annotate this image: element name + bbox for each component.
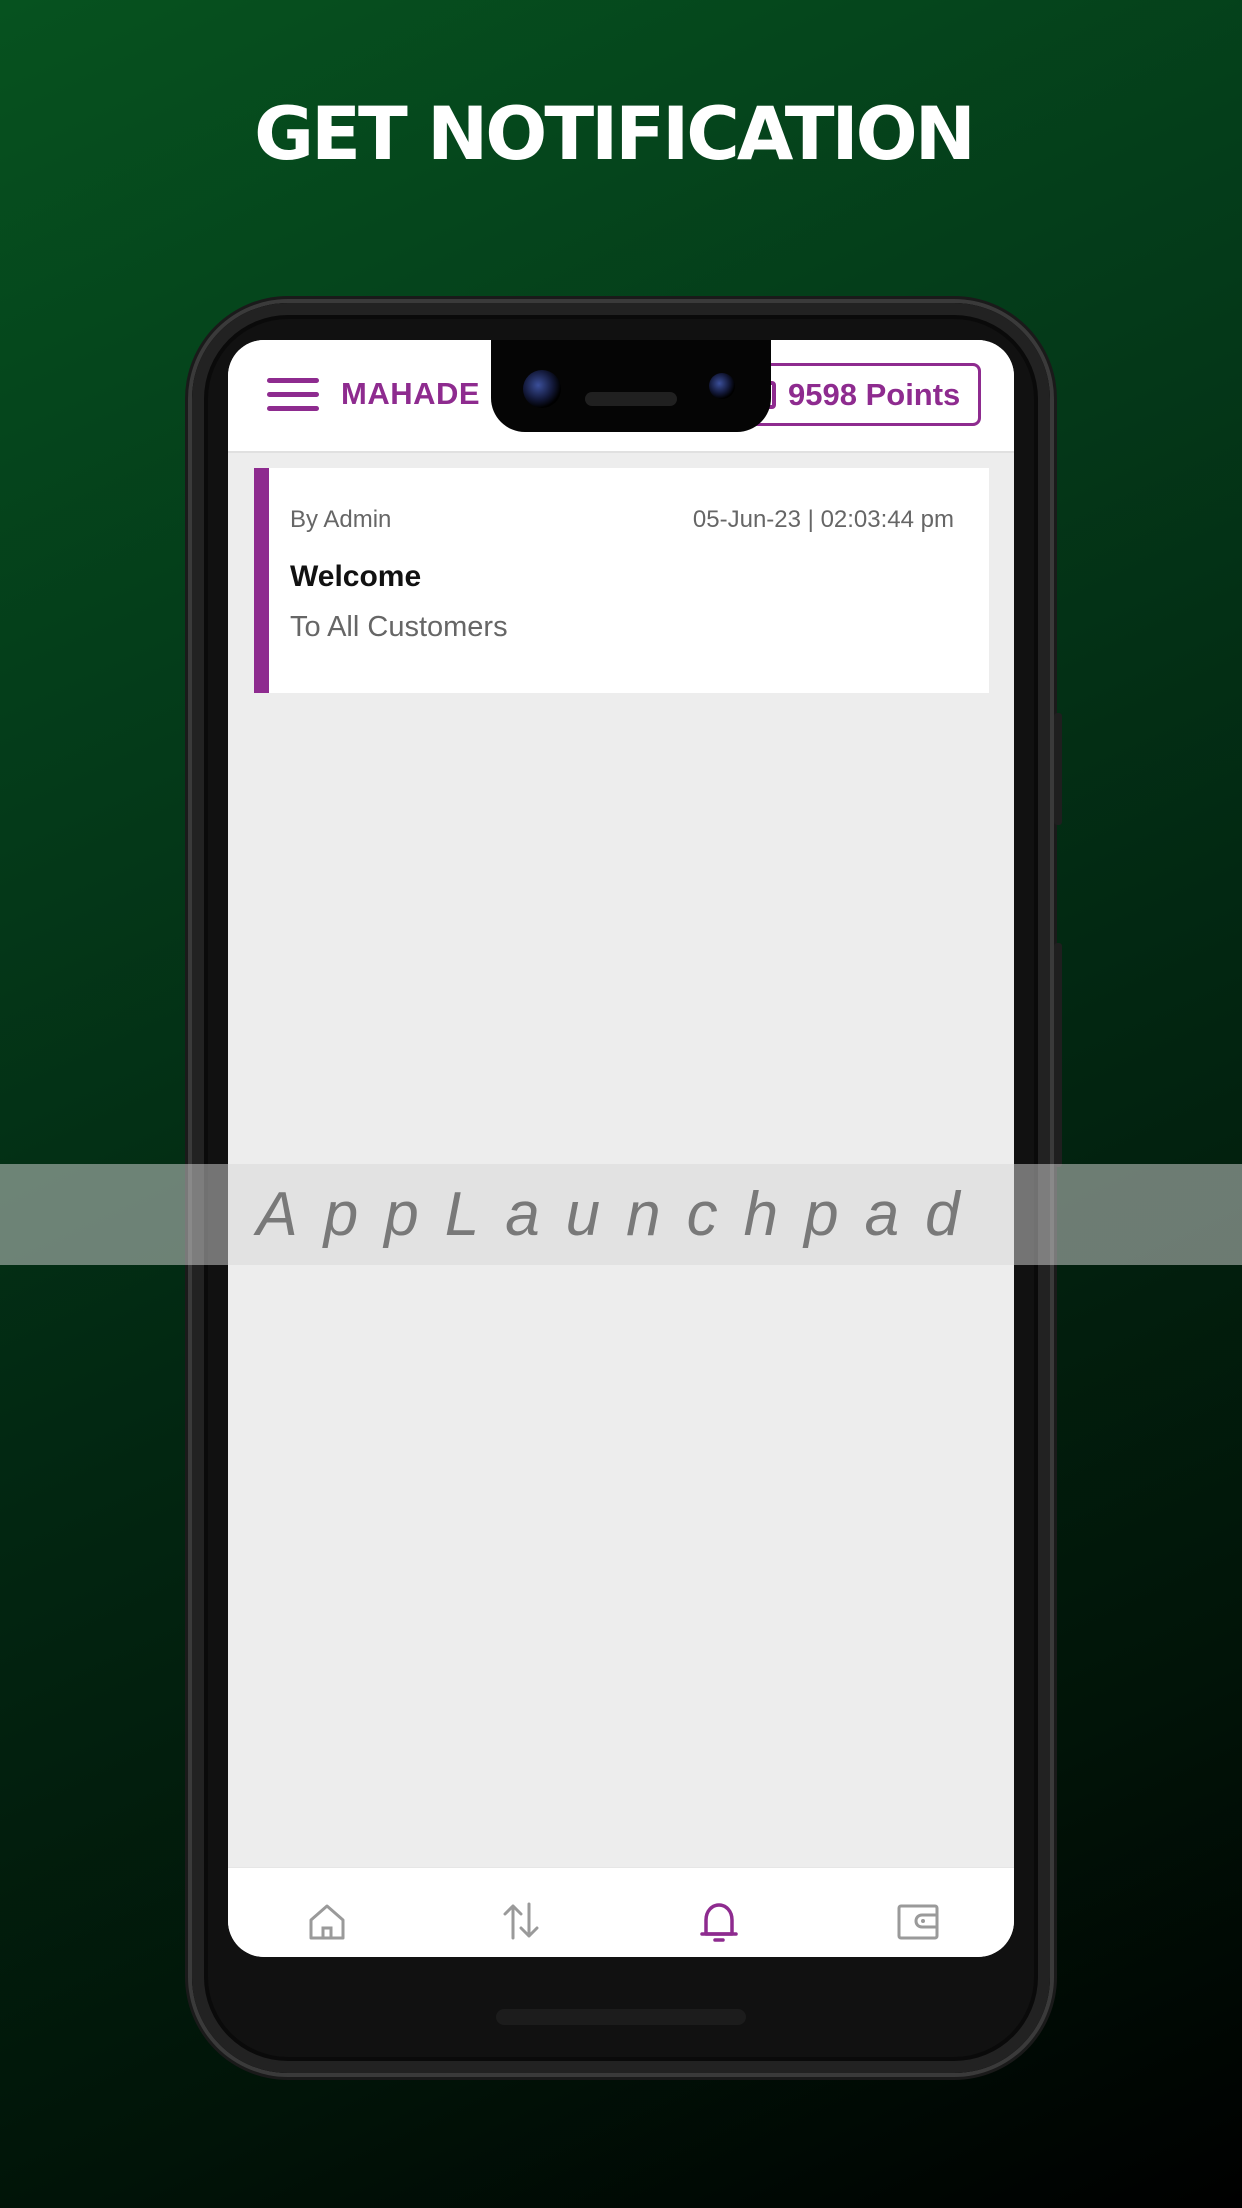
bell-icon[interactable] xyxy=(698,1900,748,1946)
menu-icon[interactable] xyxy=(267,378,319,412)
app-screen: MAHADE 9598 Points By Admin 05-Jun-23 | … xyxy=(228,340,1014,1957)
camera-notch xyxy=(491,340,771,432)
wallet-icon[interactable] xyxy=(896,1900,946,1946)
earpiece-speaker xyxy=(585,392,677,406)
side-button-top xyxy=(1054,713,1062,825)
notification-message: To All Customers xyxy=(290,611,508,643)
notification-sender: By Admin xyxy=(290,506,392,533)
notification-datetime: 05-Jun-23 | 02:03:44 pm xyxy=(692,506,954,533)
bottom-speaker-grille xyxy=(496,2009,746,2025)
brand-title: MAHADE xyxy=(341,376,481,411)
headline: GET NOTIFICATION xyxy=(254,92,976,177)
home-icon[interactable] xyxy=(306,1900,356,1946)
notification-title: Welcome xyxy=(290,560,422,593)
watermark-banner: AppLaunchpad xyxy=(0,1164,1242,1265)
points-label: 9598 Points xyxy=(788,376,961,412)
transfer-arrows-icon[interactable] xyxy=(500,1900,550,1946)
side-button-bottom xyxy=(1054,943,1062,1167)
bottom-navigation xyxy=(228,1867,1014,1957)
watermark-text: AppLaunchpad xyxy=(256,1180,986,1249)
points-badge[interactable]: 9598 Points xyxy=(735,363,981,426)
notification-card[interactable]: By Admin 05-Jun-23 | 02:03:44 pm Welcome… xyxy=(254,468,989,693)
